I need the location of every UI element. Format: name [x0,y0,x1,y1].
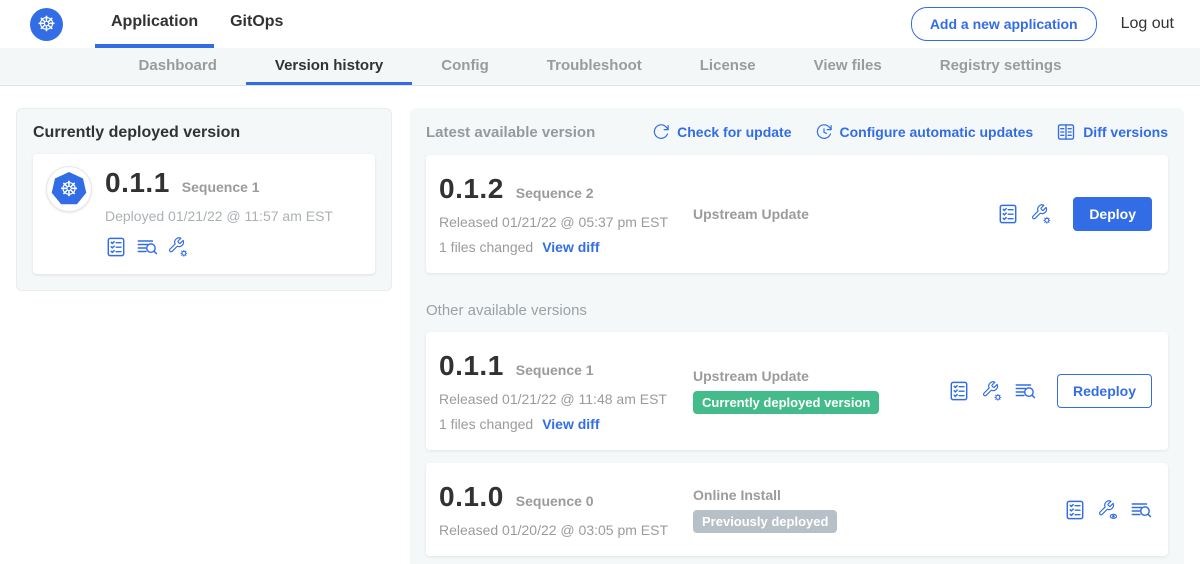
released-timestamp: Released 01/21/22 @ 11:48 am EST [439,391,693,407]
sequence-label: Sequence 0 [516,493,594,509]
subtab-version-history[interactable]: Version history [246,48,412,85]
logout-button[interactable]: Log out [1121,15,1174,33]
subtab-dashboard[interactable]: Dashboard [110,48,246,85]
view-logs-icon[interactable] [136,236,158,258]
top-bar: ☸ Application GitOps Add a new applicati… [0,0,1200,48]
version-card-0-1-1: 0.1.1 Sequence 1 Released 01/21/22 @ 11:… [426,332,1168,450]
refresh-clock-icon [815,123,833,141]
view-diff-link[interactable]: View diff [542,416,599,432]
version-card-0-1-0: 0.1.0 Sequence 0 Released 01/20/22 @ 03:… [426,463,1168,556]
version-number: 0.1.0 [439,481,504,513]
deploy-button[interactable]: Deploy [1073,197,1152,231]
add-new-application-button[interactable]: Add a new application [911,7,1097,41]
deployed-version-tile: ☸ 0.1.1 Sequence 1 Deployed 01/21/22 @ 1… [33,154,375,274]
tab-gitops[interactable]: GitOps [214,0,299,48]
subtab-troubleshoot[interactable]: Troubleshoot [518,48,671,85]
released-timestamp: Released 01/21/22 @ 05:37 pm EST [439,214,693,230]
currently-deployed-title: Currently deployed version [33,124,375,142]
deployed-sequence-label: Sequence 1 [182,179,260,195]
view-logs-icon[interactable] [1014,380,1036,402]
version-card-0-1-2: 0.1.2 Sequence 2 Released 01/21/22 @ 05:… [426,155,1168,273]
check-for-update-label: Check for update [677,124,791,140]
diff-icon [1056,122,1076,142]
version-number: 0.1.2 [439,173,504,205]
top-right-actions: Add a new application Log out [911,7,1174,41]
files-changed-label: 1 files changed [439,416,533,432]
subtab-view-files[interactable]: View files [785,48,911,85]
tab-application[interactable]: Application [95,0,214,48]
app-logo: ☸ [47,167,91,211]
version-source-label: Upstream Update [693,206,997,222]
currently-deployed-badge: Currently deployed version [693,391,879,414]
previously-deployed-badge: Previously deployed [693,510,837,533]
preflight-checklist-icon[interactable] [948,380,970,402]
version-number: 0.1.1 [439,350,504,382]
diff-versions-label: Diff versions [1083,124,1168,140]
subtab-registry-settings[interactable]: Registry settings [911,48,1091,85]
main-content: Currently deployed version ☸ 0.1.1 Seque… [0,86,1200,564]
edit-config-icon[interactable] [1030,203,1052,225]
diff-versions-link[interactable]: Diff versions [1056,122,1168,142]
deployed-version-number: 0.1.1 [105,167,170,199]
version-source-label: Upstream Update [693,368,948,384]
sequence-label: Sequence 2 [516,185,594,201]
currently-deployed-card: Currently deployed version ☸ 0.1.1 Seque… [16,108,392,291]
refresh-icon [652,123,670,141]
view-config-icon[interactable] [1097,499,1119,521]
version-source-label: Online Install [693,487,1064,503]
top-tabs: Application GitOps [95,0,299,48]
edit-config-icon[interactable] [981,380,1003,402]
check-for-update-link[interactable]: Check for update [652,123,791,141]
files-changed-label: 1 files changed [439,239,533,255]
configure-automatic-updates-link[interactable]: Configure automatic updates [815,123,1034,141]
view-diff-link[interactable]: View diff [542,239,599,255]
version-history-panel: Latest available version Check for updat… [410,108,1184,564]
released-timestamp: Released 01/20/22 @ 03:05 pm EST [439,522,693,538]
redeploy-button[interactable]: Redeploy [1057,374,1152,408]
subtab-license[interactable]: License [671,48,785,85]
view-logs-icon[interactable] [1130,499,1152,521]
subtab-config[interactable]: Config [412,48,517,85]
app-subnav: Dashboard Version history Config Trouble… [0,48,1200,86]
preflight-checklist-icon[interactable] [997,203,1019,225]
kubernetes-helm-icon: ☸ [51,172,87,206]
kubernetes-logo-icon: ☸ [30,8,63,41]
edit-config-icon[interactable] [167,236,189,258]
preflight-checklist-icon[interactable] [1064,499,1086,521]
preflight-checklist-icon[interactable] [105,236,127,258]
configure-automatic-updates-label: Configure automatic updates [840,124,1034,140]
deployed-timestamp: Deployed 01/21/22 @ 11:57 am EST [105,208,333,224]
other-available-title: Other available versions [426,302,1168,319]
latest-available-title: Latest available version [426,124,595,141]
sequence-label: Sequence 1 [516,362,594,378]
